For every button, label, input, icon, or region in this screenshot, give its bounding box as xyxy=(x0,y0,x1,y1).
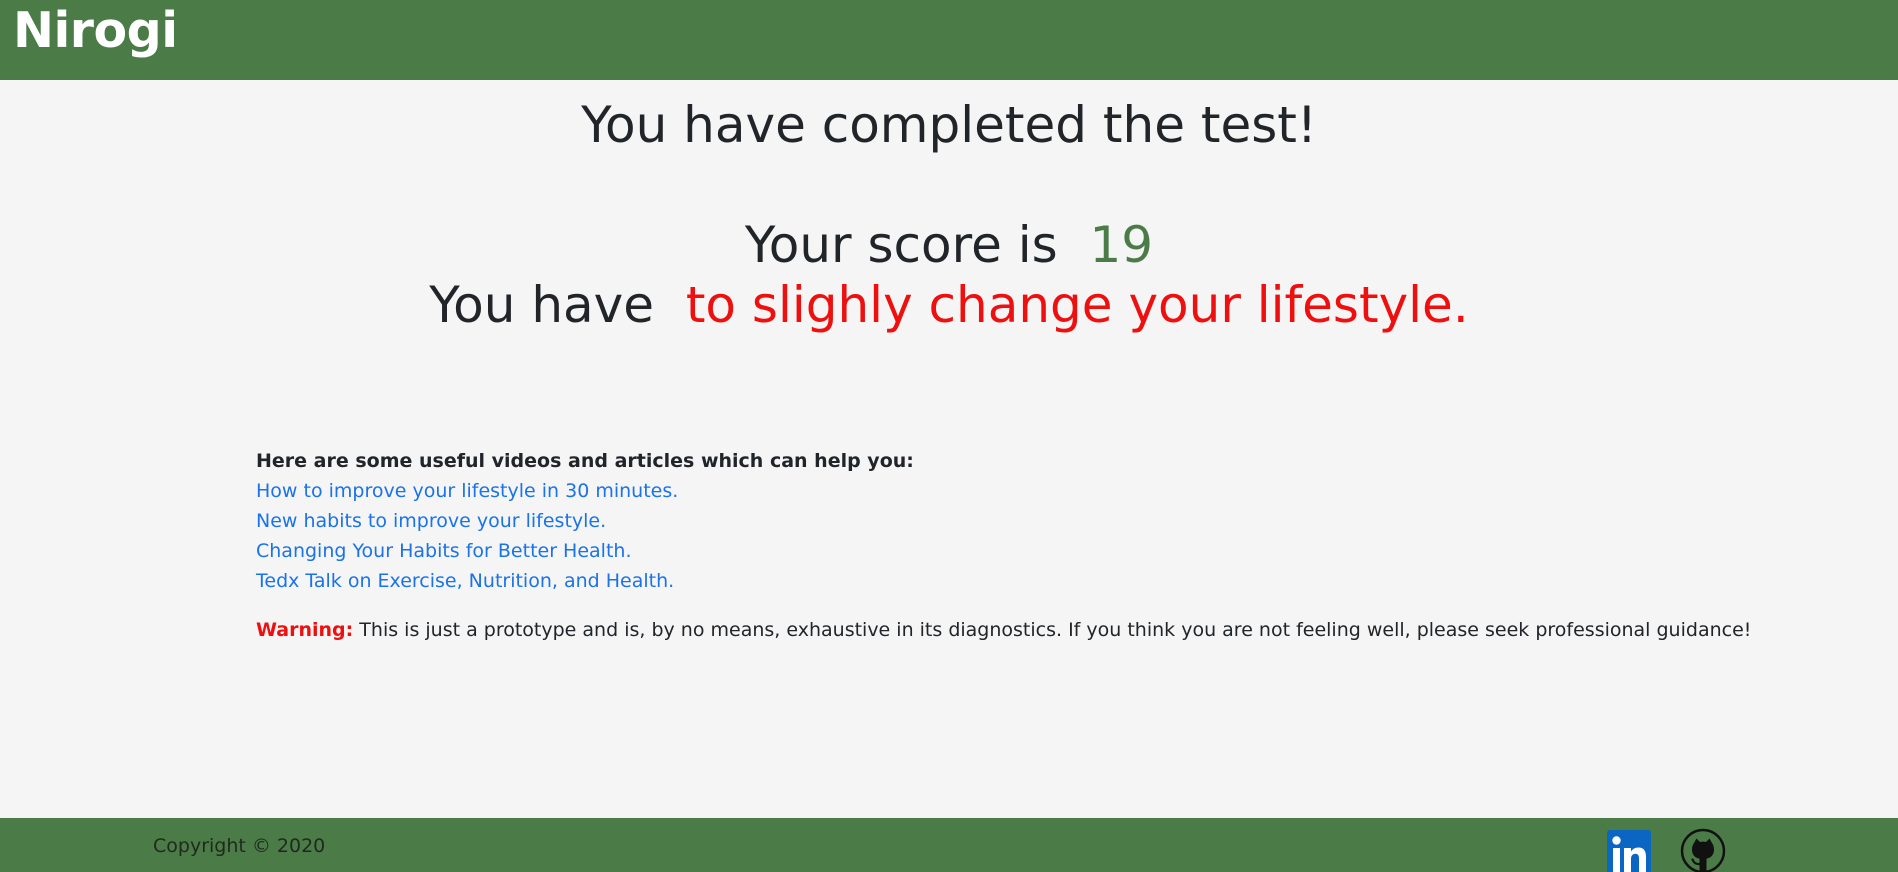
score-value: 19 xyxy=(1089,216,1154,274)
verdict-value: to slighly change your lifestyle. xyxy=(685,276,1469,334)
resource-link-new-habits[interactable]: New habits to improve your lifestyle. xyxy=(256,506,1756,536)
resource-link-lifestyle-30-min[interactable]: How to improve your lifestyle in 30 minu… xyxy=(256,476,1756,506)
copyright-text: Copyright © 2020 xyxy=(153,835,326,857)
linkedin-icon[interactable] xyxy=(1607,830,1651,872)
brand-logo[interactable]: Nirogi xyxy=(13,2,178,60)
resources-heading: Here are some useful videos and articles… xyxy=(256,450,914,472)
warning-label: Warning: xyxy=(256,619,354,641)
github-icon-graphic xyxy=(1680,828,1726,872)
footer: Copyright © 2020 xyxy=(0,818,1898,872)
resource-link-tedx-talk[interactable]: Tedx Talk on Exercise, Nutrition, and He… xyxy=(256,566,1756,596)
resource-link-changing-habits[interactable]: Changing Your Habits for Better Health. xyxy=(256,536,1756,566)
verdict-line: You have to slighly change your lifestyl… xyxy=(0,275,1898,335)
github-icon[interactable] xyxy=(1680,828,1726,872)
linkedin-icon-graphic xyxy=(1607,830,1651,872)
score-label: Your score is xyxy=(744,216,1058,274)
completion-title: You have completed the test! xyxy=(581,96,1317,154)
warning-message: Warning: This is just a prototype and is… xyxy=(256,615,1856,645)
verdict-label: You have xyxy=(429,276,655,334)
resources-section: Here are some useful videos and articles… xyxy=(256,446,1756,596)
navbar: Nirogi xyxy=(0,0,1898,80)
score-line: Your score is 19 xyxy=(0,215,1898,275)
warning-text: This is just a prototype and is, by no m… xyxy=(359,619,1752,641)
